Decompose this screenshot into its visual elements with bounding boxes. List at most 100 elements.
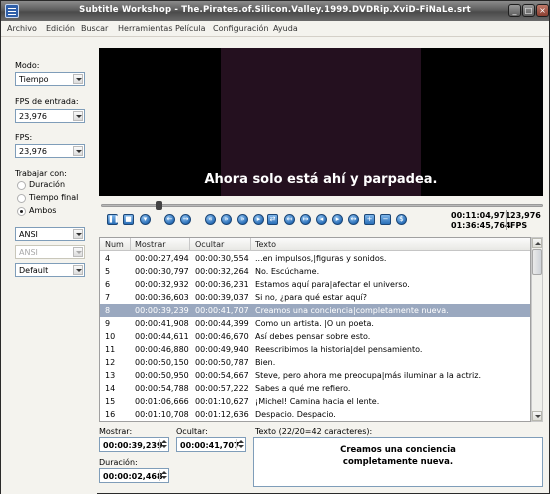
- seek-thumb[interactable]: [156, 201, 162, 210]
- row-num: 10: [105, 332, 116, 341]
- table-row[interactable]: 7 00:00:36,603 00:00:39,037 Si no, ¿para qu…: [100, 291, 530, 304]
- col-divider[interactable]: [250, 238, 251, 251]
- maximize-button[interactable]: □: [522, 4, 535, 17]
- chevron-down-icon[interactable]: [73, 146, 83, 156]
- stepper-icon[interactable]: [159, 470, 167, 481]
- col-show[interactable]: Mostrar: [135, 240, 166, 249]
- chevron-down-icon[interactable]: [73, 74, 83, 84]
- close-button[interactable]: ×: [536, 4, 549, 17]
- video-subtitle: Ahora solo está ahí y parpadea.: [204, 172, 438, 187]
- table-row[interactable]: 14 00:00:54,788 00:00:57,222 Sabes a qué me…: [100, 382, 530, 395]
- col-text[interactable]: Texto: [255, 240, 276, 249]
- radio-ambos[interactable]: [17, 207, 26, 216]
- row-text: Estamos aquí para|afectar el universo.: [255, 280, 410, 289]
- table-row[interactable]: 11 00:00:46,880 00:00:49,940 Reescribimos l…: [100, 343, 530, 356]
- next-subtitle-button[interactable]: ▸: [332, 214, 343, 225]
- row-show: 00:00:39,239: [135, 306, 189, 315]
- table-row[interactable]: 10 00:00:44,611 00:00:46,670 Así debes pens…: [100, 330, 530, 343]
- hide-time-field[interactable]: 00:00:41,707: [176, 437, 246, 452]
- chevron-down-icon[interactable]: [73, 229, 83, 239]
- video-preview[interactable]: Ahora solo está ahí y parpadea.: [99, 48, 543, 196]
- row-hide: 00:01:10,627: [195, 397, 249, 406]
- menu-buscar[interactable]: Buscar: [81, 24, 108, 33]
- chevron-down-icon[interactable]: [73, 111, 83, 121]
- set-start-button[interactable]: ↤: [284, 214, 295, 225]
- radio-tiempo-final-label[interactable]: Tiempo final: [29, 193, 78, 202]
- row-hide: 00:00:39,037: [195, 293, 249, 302]
- table-header: Num Mostrar Ocultar Texto: [100, 238, 530, 251]
- encoding-select[interactable]: ANSI: [15, 227, 85, 241]
- row-hide: 00:00:46,670: [195, 332, 249, 341]
- fast-forward-button[interactable]: »: [237, 214, 248, 225]
- fast-rewind-button[interactable]: »: [221, 214, 232, 225]
- col-hide[interactable]: Ocultar: [195, 240, 224, 249]
- title-bar[interactable]: Subtitle Workshop - The.Pirates.of.Silic…: [1, 1, 549, 21]
- row-num: 5: [105, 267, 111, 276]
- step-down-button[interactable]: ▾: [140, 214, 151, 225]
- menu-edicion[interactable]: Edición: [46, 24, 75, 33]
- fps-readout: 23,976: [510, 211, 541, 220]
- stepper-icon[interactable]: [159, 439, 167, 450]
- scroll-down-button[interactable]: [532, 411, 542, 421]
- sidebar: Modo: Tiempo FPS de entrada: 23,976 FPS:…: [1, 38, 97, 494]
- show-time-field[interactable]: 00:00:39,239: [99, 437, 169, 452]
- style-select[interactable]: Default: [15, 263, 85, 277]
- remove-subtitle-button[interactable]: −: [380, 214, 391, 225]
- rewind-button[interactable]: «: [205, 214, 216, 225]
- menu-herramientas[interactable]: Herramientas: [118, 24, 173, 33]
- duration-field[interactable]: 00:00:02,468: [99, 468, 169, 483]
- table-row[interactable]: 8 00:00:39,239 00:00:41,707 Creamos una con…: [100, 304, 530, 317]
- table-scrollbar[interactable]: [531, 237, 543, 422]
- play-pause-button[interactable]: ❚❚: [107, 214, 120, 225]
- table-row[interactable]: 13 00:00:50,950 00:00:54,667 Steve, pero ah…: [100, 369, 530, 382]
- row-show: 00:00:50,950: [135, 371, 189, 380]
- hide-label: Ocultar:: [176, 427, 208, 436]
- fps-input-select[interactable]: 23,976: [15, 109, 85, 123]
- end-button[interactable]: ▸: [253, 214, 264, 225]
- radio-ambos-label[interactable]: Ambos: [29, 206, 56, 215]
- app-window: Subtitle Workshop - The.Pirates.of.Silic…: [0, 0, 550, 494]
- table-row[interactable]: 4 00:00:27,494 00:00:30,554 ...en impulsos,…: [100, 252, 530, 265]
- subtitle-table[interactable]: Num Mostrar Ocultar Texto 4 00:00:27,494 0…: [99, 237, 531, 422]
- sync-button[interactable]: ⇄: [267, 214, 278, 225]
- scroll-thumb[interactable]: [532, 249, 542, 275]
- back-button[interactable]: ←: [164, 214, 175, 225]
- row-text: Como un artista. |O un poeta.: [255, 319, 374, 328]
- radio-duracion-label[interactable]: Duración: [29, 180, 65, 189]
- col-divider[interactable]: [130, 238, 131, 251]
- mode-select[interactable]: Tiempo: [15, 72, 85, 86]
- forward-button[interactable]: →: [180, 214, 191, 225]
- add-subtitle-button[interactable]: +: [364, 214, 375, 225]
- set-end-button[interactable]: ↦: [300, 214, 311, 225]
- menu-archivo[interactable]: Archivo: [7, 24, 37, 33]
- table-row[interactable]: 5 00:00:30,797 00:00:32,264 No. Escúchame.: [100, 265, 530, 278]
- subtitle-text-editor[interactable]: Creamos una conciencia completamente nue…: [253, 437, 543, 487]
- radio-tiempo-final[interactable]: [17, 194, 26, 203]
- table-row[interactable]: 6 00:00:32,932 00:00:36,231 Estamos aquí pa…: [100, 278, 530, 291]
- stepper-icon[interactable]: [236, 439, 244, 450]
- chevron-down-icon[interactable]: [73, 265, 83, 275]
- row-hide: 00:00:54,667: [195, 371, 249, 380]
- col-divider[interactable]: [189, 238, 190, 251]
- scroll-up-button[interactable]: [532, 238, 542, 248]
- seek-bar[interactable]: [99, 201, 543, 210]
- seek-track[interactable]: [101, 204, 543, 207]
- minimize-button[interactable]: _: [508, 4, 521, 17]
- table-row[interactable]: 12 00:00:50,150 00:00:50,787 Bien.: [100, 356, 530, 369]
- radio-duracion[interactable]: [17, 181, 26, 190]
- menu-ayuda[interactable]: Ayuda: [273, 24, 298, 33]
- table-row[interactable]: 9 00:00:41,908 00:00:44,399 Como un artista…: [100, 317, 530, 330]
- row-num: 9: [105, 319, 111, 328]
- fps-select[interactable]: 23,976: [15, 144, 85, 158]
- speed-button[interactable]: $: [396, 214, 407, 225]
- table-row[interactable]: 15 00:01:06,666 00:01:10,627 ¡Michel! Camin…: [100, 395, 530, 408]
- table-row[interactable]: 16 00:01:10,708 00:01:12,636 Despacio. Desp…: [100, 408, 530, 421]
- menu-configuracion[interactable]: Configuración: [213, 24, 269, 33]
- stop-button[interactable]: ■: [123, 214, 134, 225]
- row-text: Si no, ¿para qué estar aquí?: [255, 293, 367, 302]
- stretch-button[interactable]: ↔: [348, 214, 359, 225]
- prev-subtitle-button[interactable]: ◂: [316, 214, 327, 225]
- row-text: Despacio. Despacio.: [255, 410, 336, 419]
- menu-pelicula[interactable]: Película: [175, 24, 206, 33]
- col-num[interactable]: Num: [105, 240, 124, 249]
